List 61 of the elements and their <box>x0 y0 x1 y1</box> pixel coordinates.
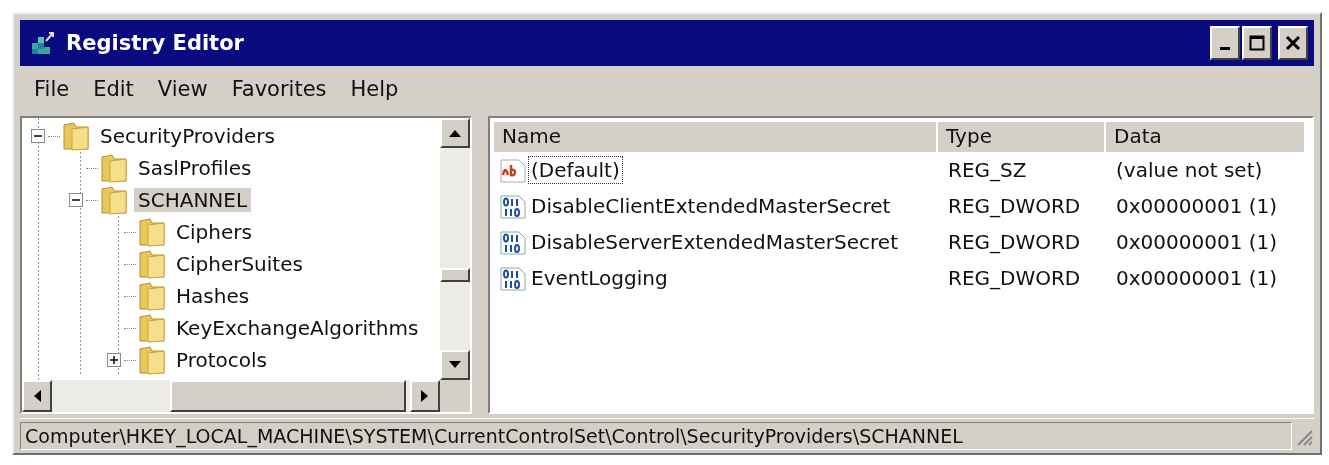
status-bar: Computer\HKEY_LOCAL_MACHINE\SYSTEM\CurrentControlSet\Control\SecurityProviders\SCHANNEL <box>20 422 1292 450</box>
maximize-icon <box>1249 35 1265 51</box>
menu-item[interactable]: View <box>147 75 218 103</box>
value-name[interactable]: DisableServerExtendedMasterSecret <box>528 228 901 256</box>
horizontal-scrollbar[interactable] <box>22 380 470 412</box>
close-icon <box>1285 35 1301 51</box>
value-type: REG_DWORD <box>947 194 1082 218</box>
collapse-icon[interactable] <box>69 193 83 207</box>
value-data: 0x00000001 (1) <box>1115 266 1279 290</box>
scroll-thumb[interactable] <box>440 268 470 282</box>
binary-value-icon <box>500 229 526 255</box>
tree-item[interactable]: Hashes <box>172 284 254 308</box>
value-data: 0x00000001 (1) <box>1115 194 1279 218</box>
value-data: (value not set) <box>1115 158 1264 182</box>
folder-icon <box>138 281 166 311</box>
value-name[interactable]: (Default) <box>528 156 623 184</box>
folder-icon <box>138 345 166 375</box>
tree-item[interactable]: SecurityProviders <box>96 124 279 148</box>
menu-item[interactable]: Help <box>340 75 409 103</box>
menu-item[interactable]: Edit <box>83 75 144 103</box>
tree-item[interactable]: Ciphers <box>172 220 256 244</box>
column-header[interactable]: Data <box>1106 122 1306 152</box>
binary-value-icon <box>500 193 526 219</box>
folder-icon <box>138 249 166 279</box>
folder-icon <box>62 121 90 151</box>
value-type: REG_SZ <box>947 158 1028 182</box>
scroll-right-icon[interactable] <box>421 389 429 403</box>
value-data: 0x00000001 (1) <box>1115 230 1279 254</box>
folder-icon <box>138 217 166 247</box>
minimize-button[interactable] <box>1210 26 1240 60</box>
maximize-button[interactable] <box>1242 26 1272 60</box>
collapse-icon[interactable] <box>31 129 45 143</box>
value-name[interactable]: EventLogging <box>528 264 671 292</box>
scrollbar-corner <box>440 380 470 412</box>
scroll-down-icon[interactable] <box>448 361 462 369</box>
tree-item[interactable]: KeyExchangeAlgorithms <box>172 316 423 340</box>
menu-item[interactable]: File <box>24 75 80 103</box>
menu-item[interactable]: Favorites <box>221 75 337 103</box>
minimize-icon <box>1220 46 1230 50</box>
vertical-scrollbar[interactable] <box>440 118 470 380</box>
column-header[interactable]: Type <box>938 122 1106 152</box>
string-value-icon <box>500 157 526 183</box>
value-name[interactable]: DisableClientExtendedMasterSecret <box>528 192 894 220</box>
folder-icon <box>138 313 166 343</box>
close-button[interactable] <box>1278 26 1308 60</box>
value-type: REG_DWORD <box>947 230 1082 254</box>
value-type: REG_DWORD <box>947 266 1082 290</box>
column-header[interactable]: Name <box>494 122 938 152</box>
registry-cubes-icon <box>30 31 56 55</box>
tree-item[interactable]: CipherSuites <box>172 252 307 276</box>
folder-icon <box>100 185 128 215</box>
tree-item[interactable]: SCHANNEL <box>134 188 252 212</box>
scroll-up-icon[interactable] <box>448 129 462 137</box>
folder-icon <box>100 153 128 183</box>
scroll-thumb[interactable] <box>170 380 406 412</box>
binary-value-icon <box>500 265 526 291</box>
tree-item[interactable]: SaslProfiles <box>134 156 256 180</box>
tree-item[interactable]: Protocols <box>172 348 271 372</box>
scroll-left-icon[interactable] <box>33 389 41 403</box>
expand-icon[interactable] <box>107 353 121 367</box>
window-title: Registry Editor <box>66 31 245 55</box>
